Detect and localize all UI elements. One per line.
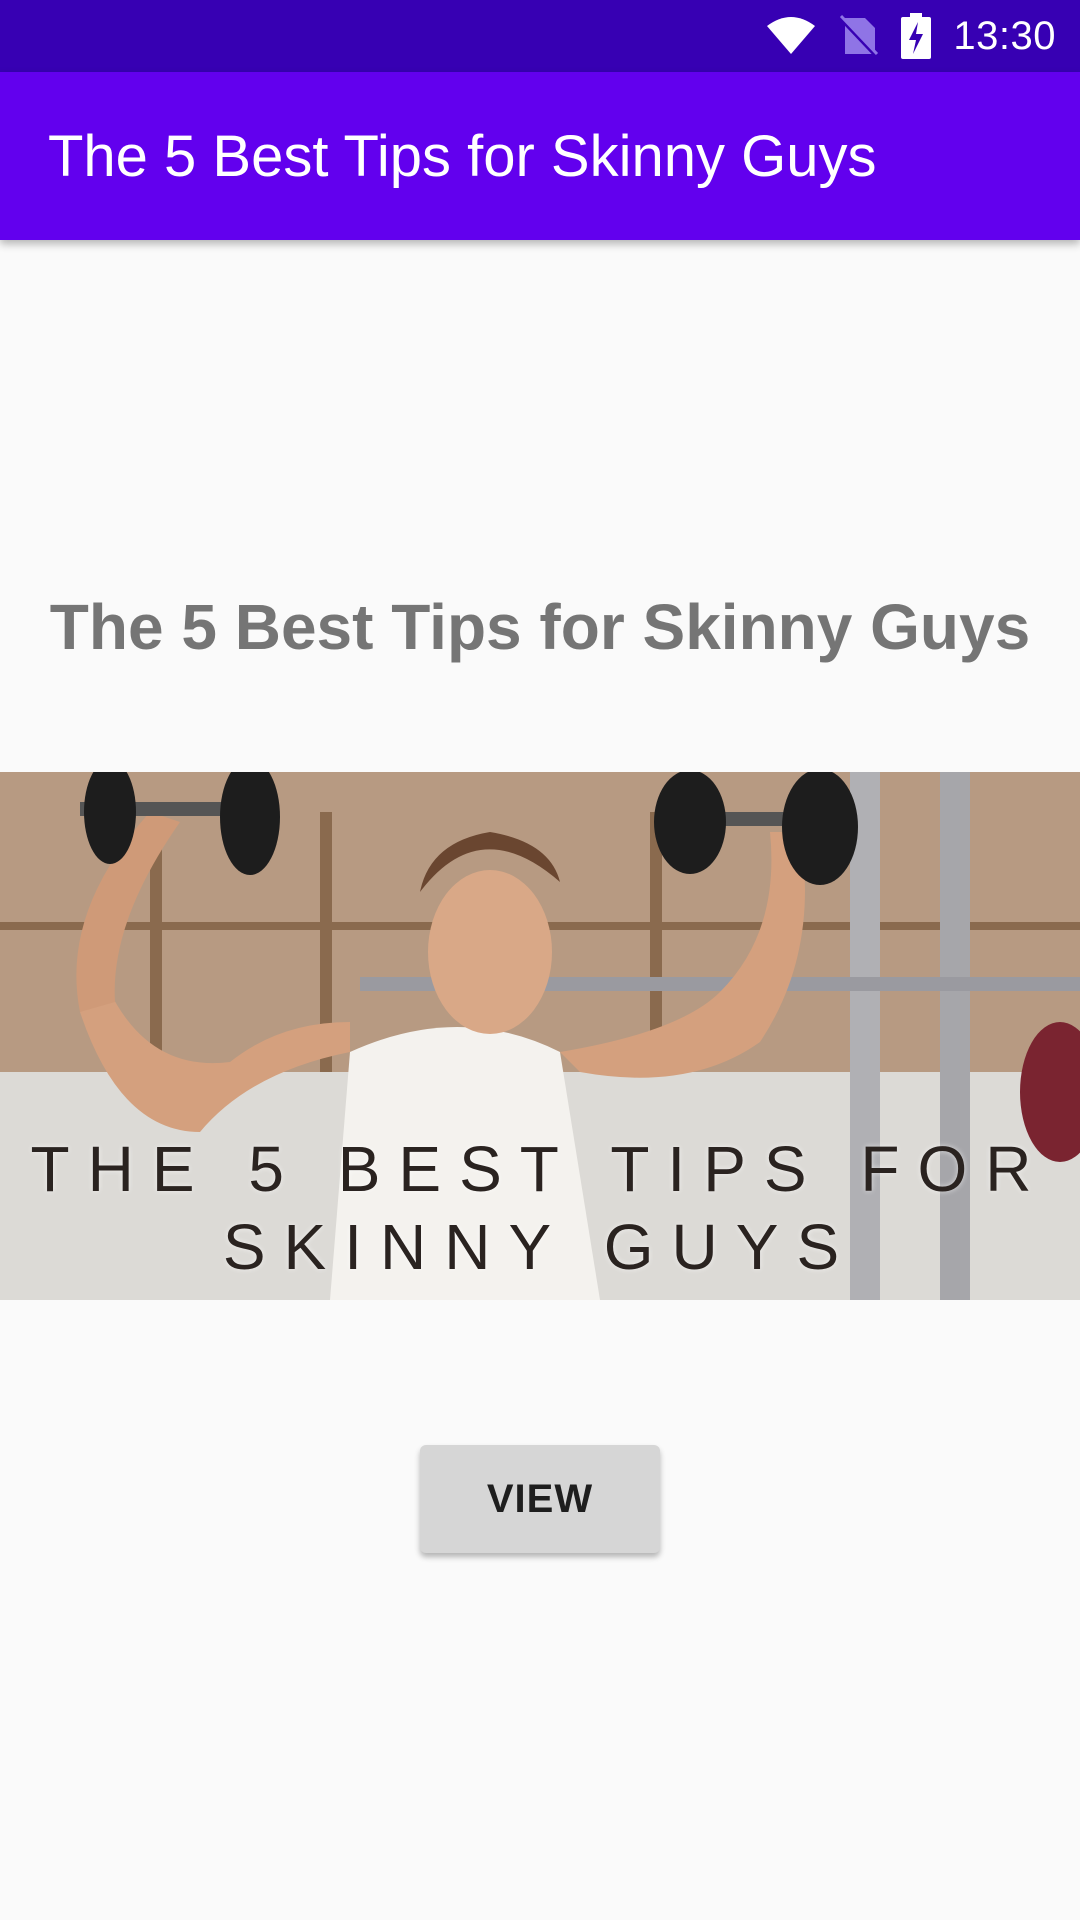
page-heading: The 5 Best Tips for Skinny Guys	[49, 591, 1031, 663]
clock: 13:30	[953, 13, 1056, 58]
no-sim-icon	[839, 14, 880, 58]
hero-caption-line2: SKINNY GUYS	[222, 1211, 858, 1283]
hero-image: THE 5 BEST TIPS FOR SKINNY GUYS	[0, 772, 1080, 1300]
status-bar: 13:30	[0, 0, 1080, 72]
status-icons: 13:30	[765, 13, 1056, 59]
hero-caption-line1: THE 5 BEST TIPS FOR	[30, 1133, 1050, 1205]
battery-charging-icon	[901, 13, 932, 59]
app-title: The 5 Best Tips for Skinny Guys	[48, 123, 877, 189]
app-bar: The 5 Best Tips for Skinny Guys	[0, 72, 1080, 240]
wifi-icon	[765, 16, 817, 56]
view-button[interactable]: VIEW	[420, 1445, 660, 1553]
